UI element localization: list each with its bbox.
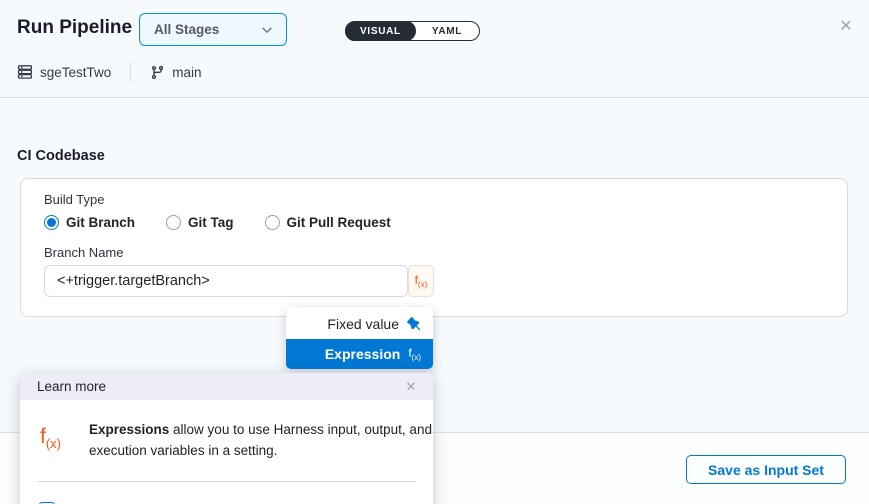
branch-name-input[interactable] bbox=[44, 265, 408, 297]
meta-divider bbox=[130, 62, 131, 82]
chevron-down-icon bbox=[260, 23, 274, 37]
close-icon: ✕ bbox=[406, 379, 417, 394]
learn-more-popover: Learn more ✕ f(x) Expressions allow you … bbox=[20, 373, 433, 504]
tab-yaml[interactable]: YAML bbox=[415, 22, 479, 40]
fx-icon: f(x) bbox=[408, 347, 421, 362]
repository-icon bbox=[17, 64, 33, 80]
repository-name: sgeTestTwo bbox=[40, 65, 111, 80]
fx-icon: f(x) bbox=[415, 274, 428, 289]
run-pipeline-modal: Run Pipeline All Stages VISUAL YAML ✕ bbox=[0, 0, 869, 504]
menu-item-expression[interactable]: Expression f(x) bbox=[286, 339, 433, 369]
value-type-menu: Fixed value Expression f(x) bbox=[286, 307, 433, 369]
stage-select-value: All Stages bbox=[154, 22, 219, 37]
save-as-input-set-button[interactable]: Save as Input Set bbox=[686, 455, 846, 484]
popover-divider bbox=[37, 481, 416, 482]
branch-name-label: Branch Name bbox=[44, 245, 123, 260]
pipeline-meta: sgeTestTwo main bbox=[17, 61, 202, 83]
popover-title: Learn more bbox=[37, 379, 106, 394]
popover-description: Expressions allow you to use Harness inp… bbox=[89, 420, 434, 462]
fx-icon: f(x) bbox=[40, 426, 61, 450]
tab-visual[interactable]: VISUAL bbox=[345, 21, 416, 41]
codebase-card: Build Type Git Branch Git Tag Git Pull R… bbox=[20, 178, 848, 317]
expression-toggle-button[interactable]: f(x) bbox=[408, 265, 434, 297]
page-title: Run Pipeline bbox=[17, 17, 132, 39]
close-icon: ✕ bbox=[839, 16, 852, 36]
menu-item-fixed-value[interactable]: Fixed value bbox=[286, 309, 433, 339]
radio-circle bbox=[265, 215, 280, 230]
build-type-label: Build Type bbox=[44, 192, 104, 207]
git-branch-icon bbox=[150, 65, 165, 80]
radio-git-pull-request[interactable]: Git Pull Request bbox=[265, 215, 391, 230]
build-type-radio-group: Git Branch Git Tag Git Pull Request bbox=[44, 215, 391, 230]
popover-header: Learn more ✕ bbox=[20, 373, 433, 400]
close-button[interactable]: ✕ bbox=[836, 16, 856, 36]
radio-circle bbox=[166, 215, 181, 230]
stage-select[interactable]: All Stages bbox=[139, 13, 287, 46]
repository-indicator: sgeTestTwo bbox=[17, 64, 111, 80]
branch-indicator: main bbox=[150, 65, 201, 80]
popover-body: f(x) Expressions allow you to use Harnes… bbox=[20, 400, 433, 504]
pin-icon bbox=[407, 317, 421, 331]
radio-git-tag[interactable]: Git Tag bbox=[166, 215, 234, 230]
modal-header: Run Pipeline All Stages VISUAL YAML ✕ bbox=[0, 0, 869, 98]
popover-close-button[interactable]: ✕ bbox=[403, 379, 419, 395]
radio-git-branch[interactable]: Git Branch bbox=[44, 215, 135, 230]
branch-name: main bbox=[172, 65, 201, 80]
section-title-ci-codebase: CI Codebase bbox=[17, 148, 105, 164]
view-toggle: VISUAL YAML bbox=[345, 21, 480, 41]
radio-circle-selected bbox=[44, 215, 59, 230]
